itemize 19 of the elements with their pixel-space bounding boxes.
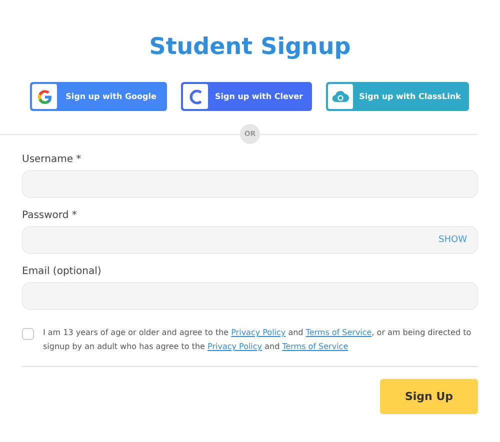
policy-link[interactable]: Terms of Service [282, 342, 348, 351]
sso-signup-button[interactable]: Sign up with Clever [181, 82, 312, 111]
cloud-icon [332, 90, 349, 103]
field-label: Email (optional) [22, 266, 102, 277]
sign-up-button[interactable]: Sign Up [380, 379, 478, 414]
letter-c-icon [188, 88, 202, 104]
field-label: Username * [22, 154, 82, 165]
policy-link[interactable]: Terms of Service [306, 328, 372, 337]
input-field[interactable]: SHOW [22, 226, 478, 254]
show-password-toggle[interactable]: SHOW [438, 235, 467, 245]
policy-link[interactable]: Privacy Policy [208, 342, 262, 351]
agreement-checkbox[interactable] [22, 328, 34, 340]
page-title: Student Signup [148, 33, 352, 62]
agreement-text: I am 13 years of age or older and agree to the Privacy Policy and Terms of Service, or am being directed to signup by an adult who has agree to the Privacy Policy and Terms of Service [43, 327, 472, 353]
policy-link[interactable]: Privacy Policy [231, 328, 286, 337]
field-label: Password * [22, 210, 78, 221]
sso-signup-button[interactable]: Sign up with ClassLink [326, 82, 469, 111]
sso-signup-button[interactable]: Sign up with Google [30, 82, 167, 111]
google-g-icon [36, 88, 52, 104]
